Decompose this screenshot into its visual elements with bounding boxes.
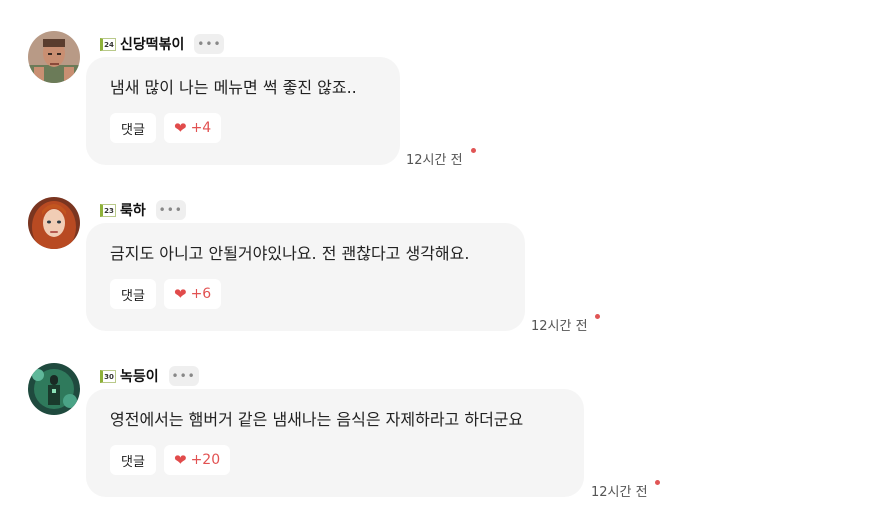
level-badge: 30 <box>100 369 116 383</box>
comment-timestamp: 12시간 전 <box>591 485 648 500</box>
level-badge: 23 <box>100 203 116 217</box>
new-indicator-dot <box>471 148 476 153</box>
new-indicator-dot <box>655 480 660 485</box>
like-button[interactable]: ❤ +4 <box>164 113 222 143</box>
avatar[interactable] <box>28 31 80 83</box>
comment-text: 냄새 많이 나는 메뉴면 썩 좋진 않죠.. <box>110 78 357 97</box>
comment-bubble: 냄새 많이 나는 메뉴면 썩 좋진 않죠.. 댓글 ❤ +4 <box>86 57 400 165</box>
more-options-button[interactable]: ••• <box>155 200 186 220</box>
reply-button[interactable]: 댓글 <box>110 445 156 475</box>
comment-actions: 댓글 ❤ +4 <box>110 113 376 143</box>
comment-bubble: 영전에서는 햄버거 같은 냄새나는 음식은 자제하라고 하더군요 댓글 ❤ +2… <box>86 389 584 497</box>
like-button[interactable]: ❤ +20 <box>164 445 231 475</box>
comment-timestamp: 12시간 전 <box>531 319 588 334</box>
avatar[interactable] <box>28 197 80 249</box>
heart-icon: ❤ <box>174 118 187 137</box>
heart-icon: ❤ <box>174 450 187 469</box>
comment-timestamp: 12시간 전 <box>406 153 463 168</box>
level-badge: 24 <box>100 37 116 51</box>
reply-button[interactable]: 댓글 <box>110 279 156 309</box>
comment-text: 금지도 아니고 안될거야있나요. 전 괜찮다고 생각해요. <box>110 244 470 263</box>
comment-header: 30 녹등이 ••• <box>100 365 199 387</box>
like-count: +20 <box>190 452 221 468</box>
comment-bubble: 금지도 아니고 안될거야있나요. 전 괜찮다고 생각해요. 댓글 ❤ +6 <box>86 223 525 331</box>
avatar[interactable] <box>28 363 80 415</box>
new-indicator-dot <box>595 314 600 319</box>
like-count: +6 <box>190 286 212 302</box>
heart-icon: ❤ <box>174 284 187 303</box>
comment-header: 23 룩하 ••• <box>100 199 186 221</box>
nickname[interactable]: 신당떡볶이 <box>120 34 184 54</box>
more-options-button[interactable]: ••• <box>194 34 225 54</box>
comment-header: 24 신당떡볶이 ••• <box>100 33 225 55</box>
more-options-button[interactable]: ••• <box>168 366 199 386</box>
like-count: +4 <box>190 120 212 136</box>
nickname[interactable]: 녹등이 <box>120 366 159 386</box>
reply-button[interactable]: 댓글 <box>110 113 156 143</box>
nickname[interactable]: 룩하 <box>120 200 146 220</box>
like-button[interactable]: ❤ +6 <box>164 279 222 309</box>
comment-actions: 댓글 ❤ +20 <box>110 445 560 475</box>
comment-text: 영전에서는 햄버거 같은 냄새나는 음식은 자제하라고 하더군요 <box>110 410 524 429</box>
comment-actions: 댓글 ❤ +6 <box>110 279 501 309</box>
